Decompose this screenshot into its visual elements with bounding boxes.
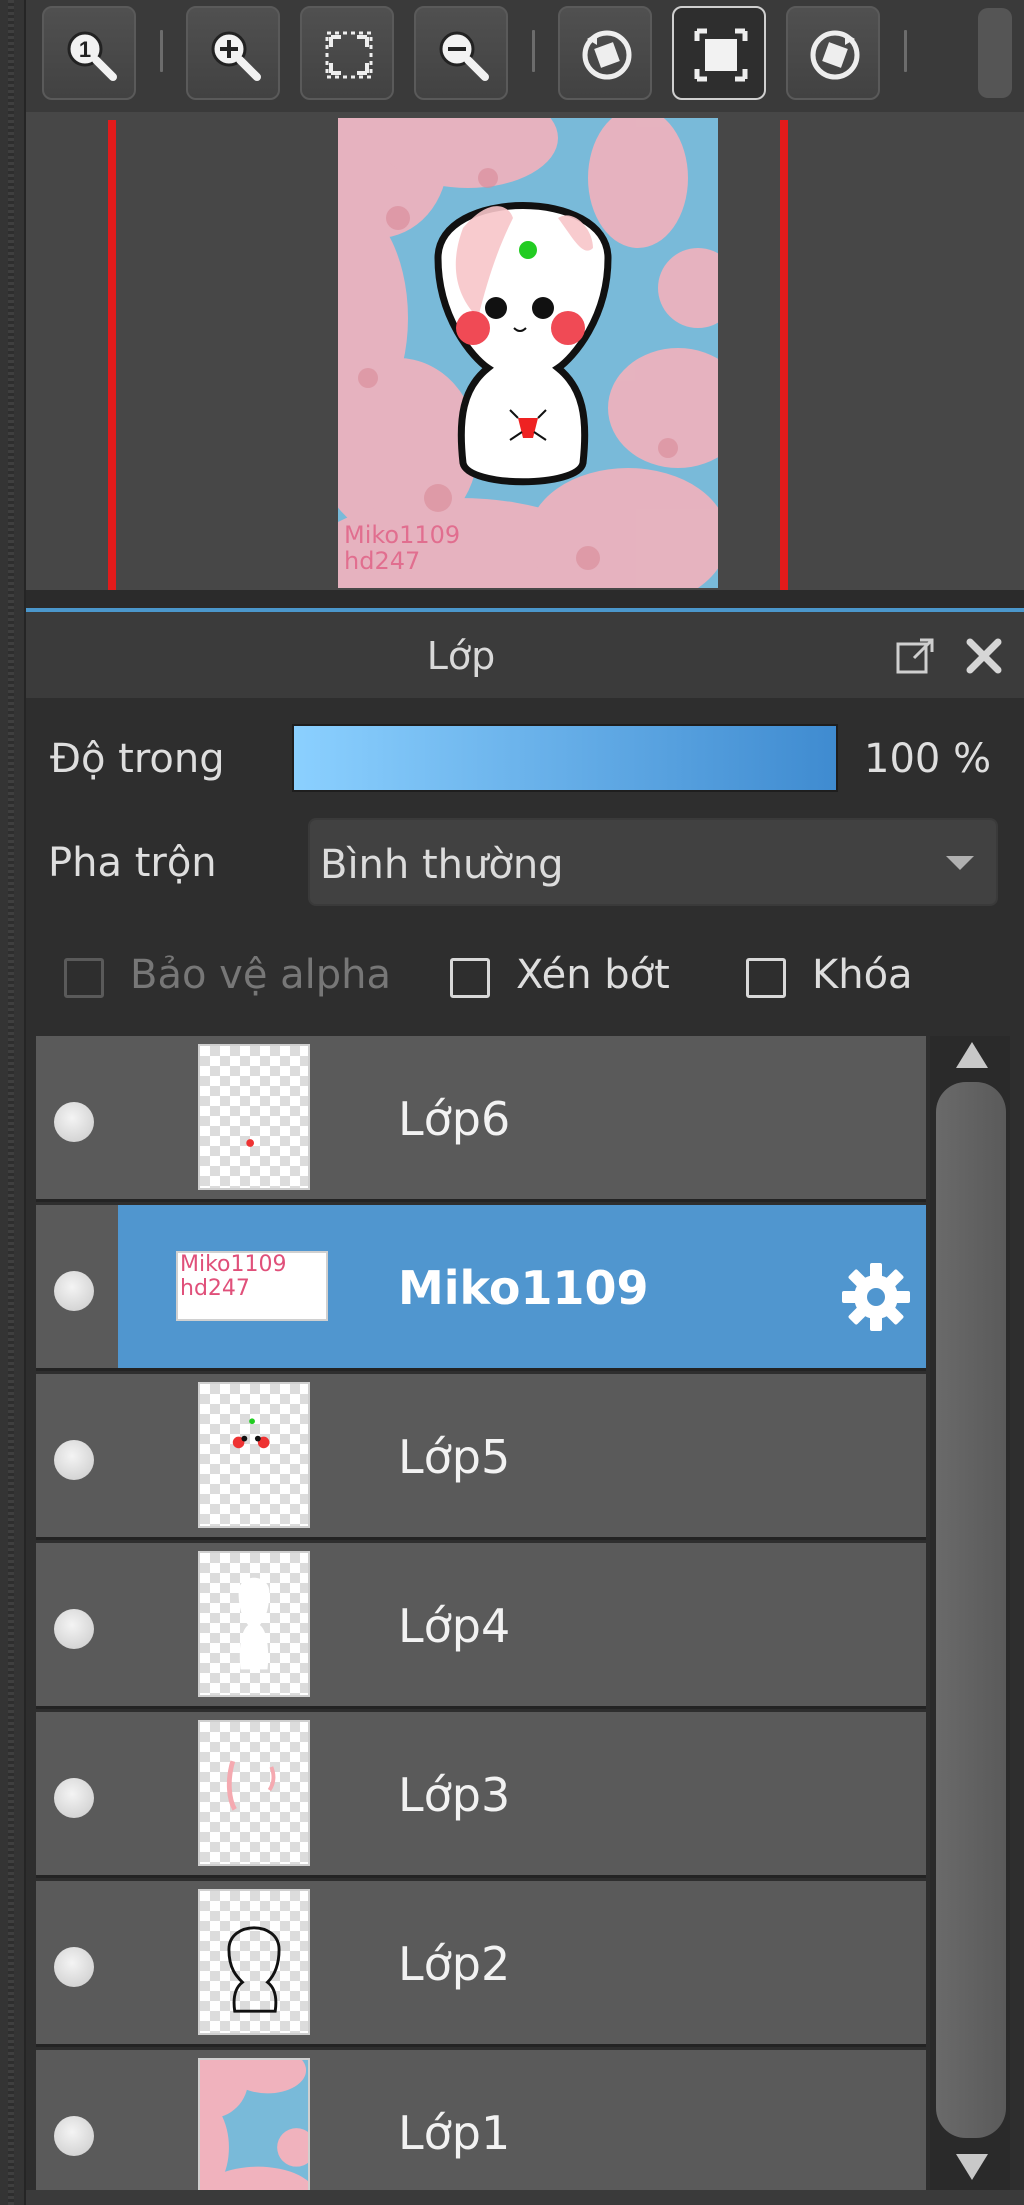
- view-bound-left: [108, 120, 116, 590]
- layers-panel-header: Lớp: [26, 612, 1024, 698]
- zoom-out-icon: [439, 31, 489, 81]
- layer-row[interactable]: Lớp6: [36, 1036, 926, 1202]
- fit-to-window-button[interactable]: [300, 6, 394, 100]
- toolbar-separator: [160, 30, 163, 72]
- layer-thumbnail: [198, 1044, 310, 1190]
- layer-name: Miko1109: [398, 1261, 649, 1315]
- zoom-actual-size-icon: 1: [67, 31, 117, 81]
- blend-mode-label: Pha trộn: [48, 840, 217, 886]
- scrollbar-thumb[interactable]: [936, 1082, 1006, 2138]
- rotate-left-icon: [582, 30, 632, 80]
- layer-row[interactable]: Lớp2: [36, 1881, 926, 2047]
- artwork-image: [338, 118, 718, 588]
- fullscreen-button[interactable]: [672, 6, 766, 100]
- clipping-label: Xén bớt: [516, 952, 670, 998]
- layer-list-scrollbar[interactable]: [930, 1036, 1010, 2205]
- layer-thumbnail: [198, 1382, 310, 1528]
- scroll-down-arrow-icon[interactable]: [956, 2154, 988, 2180]
- rotate-right-button[interactable]: [786, 6, 880, 100]
- left-dock-strip: [0, 0, 26, 2205]
- thumbnail-text-line: Miko1109: [180, 1252, 287, 1277]
- panel-title: Lớp: [426, 634, 496, 678]
- clipping-checkbox[interactable]: [450, 958, 490, 998]
- layer-thumbnail: Miko1109 hd247: [176, 1251, 328, 1321]
- fullscreen-icon: [694, 28, 748, 82]
- layer-thumbnail: [198, 1720, 310, 1866]
- view-bound-right: [780, 120, 788, 590]
- canvas-watermark-text: Miko1109 hd247: [344, 521, 461, 575]
- layer-row[interactable]: Lớp4: [36, 1543, 926, 1709]
- zoom-actual-size-button[interactable]: 1: [42, 6, 136, 100]
- layer-settings-gear-icon[interactable]: [836, 1257, 916, 1337]
- chevron-down-icon: [946, 856, 974, 870]
- visibility-toggle-icon[interactable]: [54, 1609, 94, 1649]
- layers-panel-bottom-toolbar: [26, 2190, 1024, 2205]
- view-toolbar: 1: [26, 0, 1024, 112]
- canvas-thumbnail: Miko1109 hd247: [338, 118, 718, 588]
- layer-row[interactable]: Lớp5: [36, 1374, 926, 1540]
- zoom-in-button[interactable]: [186, 6, 280, 100]
- layer-thumbnail: [198, 1889, 310, 2035]
- layer-thumbnail: [198, 1551, 310, 1697]
- visibility-toggle-icon[interactable]: [54, 1440, 94, 1480]
- lock-label: Khóa: [812, 952, 913, 998]
- toolbar-separator: [532, 30, 535, 72]
- layer-name: Lớp6: [398, 1092, 511, 1146]
- layer-name: Lớp3: [398, 1768, 511, 1822]
- visibility-toggle-icon[interactable]: [54, 1947, 94, 1987]
- zoom-in-icon: [211, 31, 261, 81]
- layer-name: Lớp5: [398, 1430, 511, 1484]
- layer-list: Lớp6 Miko1109 hd247 Miko1109 Lớp5 Lớp4 L…: [36, 1036, 926, 2205]
- opacity-slider[interactable]: [292, 724, 838, 792]
- visibility-toggle-icon[interactable]: [54, 1102, 94, 1142]
- fit-to-window-icon: [325, 31, 373, 79]
- layer-name: Lớp2: [398, 1937, 511, 1991]
- visibility-toggle-icon[interactable]: [54, 2116, 94, 2156]
- zoom-out-button[interactable]: [414, 6, 508, 100]
- opacity-label: Độ trong: [50, 736, 225, 782]
- navigator-preview[interactable]: Miko1109 hd247: [26, 112, 1024, 590]
- visibility-toggle-icon[interactable]: [54, 1271, 94, 1311]
- layer-row[interactable]: Lớp1: [36, 2050, 926, 2205]
- toolbar-overflow-handle[interactable]: [978, 8, 1012, 98]
- layer-row[interactable]: Lớp3: [36, 1712, 926, 1878]
- opacity-value: 100 %: [864, 736, 992, 782]
- lock-checkbox[interactable]: [746, 958, 786, 998]
- layer-name: Lớp4: [398, 1599, 511, 1653]
- scroll-up-arrow-icon[interactable]: [956, 1042, 988, 1068]
- thumbnail-text-line: hd247: [180, 1276, 250, 1301]
- blend-mode-select[interactable]: Bình thường: [308, 818, 998, 906]
- layer-name: Lớp1: [398, 2106, 511, 2160]
- close-panel-icon[interactable]: [962, 634, 1006, 678]
- toolbar-separator: [904, 30, 907, 72]
- protect-alpha-label: Bảo vệ alpha: [130, 952, 392, 998]
- layer-thumbnail: [198, 2058, 310, 2204]
- layer-row-selected[interactable]: Miko1109 hd247 Miko1109: [36, 1205, 926, 1371]
- rotate-right-icon: [810, 30, 860, 80]
- visibility-toggle-icon[interactable]: [54, 1778, 94, 1818]
- blend-mode-value: Bình thường: [320, 842, 564, 888]
- undock-panel-icon[interactable]: [894, 634, 938, 678]
- svg-text:1: 1: [79, 37, 91, 62]
- protect-alpha-checkbox[interactable]: [64, 958, 104, 998]
- rotate-left-button[interactable]: [558, 6, 652, 100]
